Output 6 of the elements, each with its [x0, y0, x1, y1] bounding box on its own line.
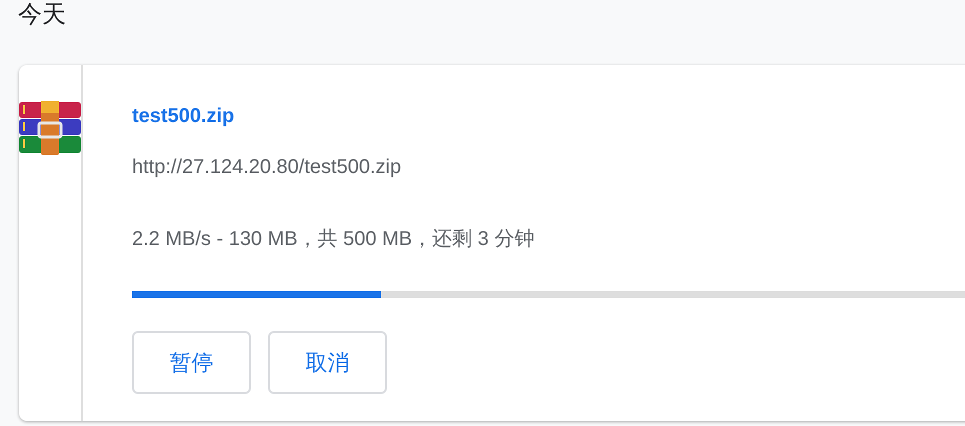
source-url: http://27.124.20.80/test500.zip — [132, 155, 402, 180]
pause-button[interactable]: 暂停 — [132, 331, 251, 394]
cancel-button[interactable]: 取消 — [268, 331, 387, 394]
download-status: 2.2 MB/s - 130 MB，共 500 MB，还剩 3 分钟 — [132, 227, 534, 252]
section-title: 今天 — [18, 1, 66, 28]
file-name-link[interactable]: test500.zip — [132, 99, 234, 133]
